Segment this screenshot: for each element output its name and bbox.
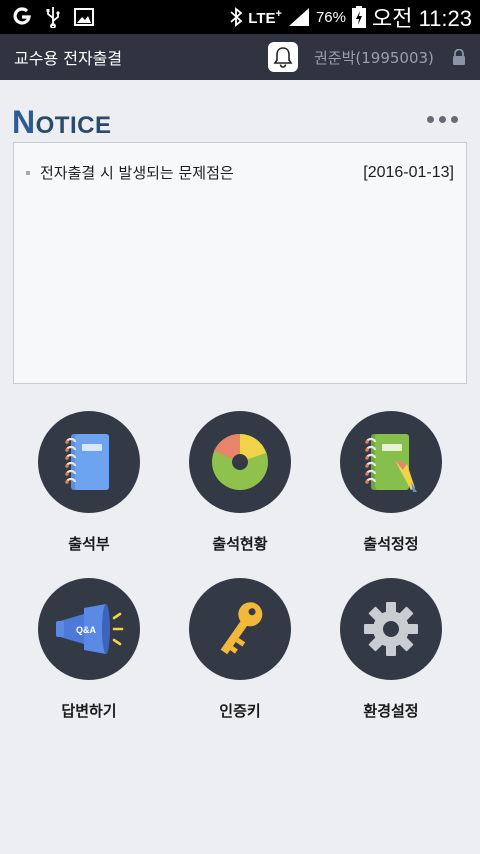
app-title: 교수용 전자출결 — [14, 49, 123, 68]
lock-icon[interactable] — [452, 48, 466, 69]
menu-label: 환경설정 — [363, 702, 419, 720]
edit-notebook-icon — [340, 411, 442, 513]
more-button[interactable] — [427, 116, 458, 123]
menu-label: 출석현황 — [212, 535, 268, 553]
menu-label: 인증키 — [219, 702, 261, 720]
gear-icon — [340, 578, 442, 680]
notice-item-text: 전자출결 시 발생되는 문제점은 — [40, 164, 234, 182]
menu-settings[interactable]: 환경설정 — [311, 578, 471, 738]
clock: 오전 11:23 — [371, 6, 472, 31]
bluetooth-icon — [230, 7, 243, 27]
menu-answer[interactable]: Q&A 답변하기 — [9, 578, 169, 738]
menu-label: 출석부 — [68, 535, 110, 553]
megaphone-qa-icon: Q&A — [38, 578, 140, 680]
menu-label: 출석정정 — [363, 535, 419, 553]
notice-list: 전자출결 시 발생되는 문제점은 [2016-01-13] — [13, 142, 467, 384]
signal-icon — [288, 7, 310, 27]
lte-indicator: LTE+ — [248, 7, 282, 27]
notice-list-item[interactable]: 전자출결 시 발생되는 문제점은 [2016-01-13] — [26, 162, 454, 183]
battery-percent: 76% — [315, 8, 346, 26]
notice-header: NOTICE — [12, 104, 468, 140]
menu-label: 답변하기 — [61, 702, 117, 720]
usb-icon — [46, 6, 60, 28]
user-name: 권준박(1995003) — [314, 49, 434, 67]
notification-button[interactable] — [268, 42, 298, 72]
donut-chart-icon — [189, 411, 291, 513]
menu-attendance-correction[interactable]: 출석정정 — [311, 411, 471, 571]
image-icon — [74, 8, 94, 26]
status-bar: LTE+ 76% 오전 11:23 — [0, 0, 480, 34]
app-header: 교수용 전자출결 권준박(1995003) — [0, 34, 480, 80]
bullet-icon — [26, 170, 30, 175]
menu-auth-key[interactable]: 인증키 — [160, 578, 320, 738]
key-icon — [189, 578, 291, 680]
menu-attendance-book[interactable]: 출석부 — [9, 411, 169, 571]
notification-g-icon — [12, 7, 32, 27]
battery-charging-icon — [351, 6, 366, 28]
notice-title: NOTICE — [12, 104, 112, 140]
svg-text:Q&A: Q&A — [76, 625, 97, 635]
menu-attendance-status[interactable]: 출석현황 — [160, 411, 320, 571]
bell-icon — [273, 47, 293, 68]
notice-item-date: [2016-01-13] — [363, 163, 454, 181]
notebook-icon — [38, 411, 140, 513]
